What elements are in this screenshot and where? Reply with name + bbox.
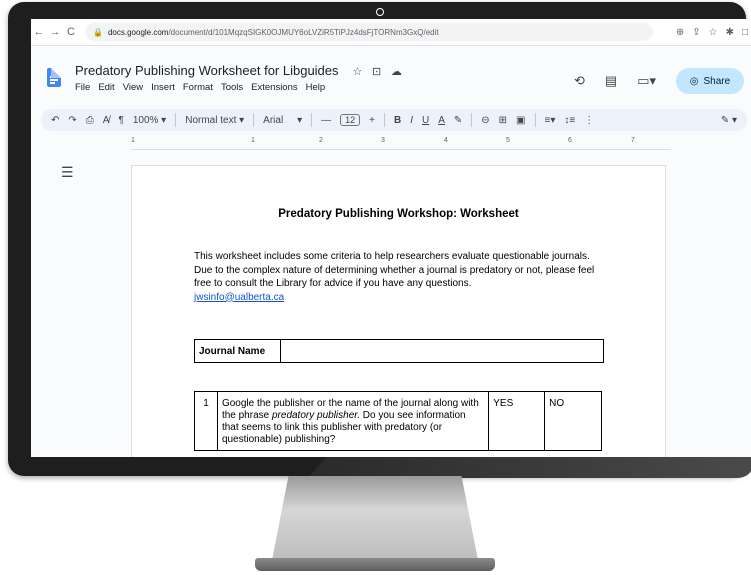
font-select[interactable]: Arial ▾ <box>263 115 302 126</box>
style-select[interactable]: Normal text ▾ <box>185 115 244 126</box>
ruler-mark: 3 <box>381 137 385 144</box>
toolbar-divider <box>534 113 536 127</box>
menu-view[interactable]: View <box>123 82 143 93</box>
no-cell[interactable]: NO <box>545 392 601 450</box>
menu-extensions[interactable]: Extensions <box>251 82 297 93</box>
bookmark-star-icon[interactable]: ☆ <box>709 27 718 38</box>
italic-icon[interactable]: I <box>410 115 413 126</box>
bold-icon[interactable]: B <box>394 115 401 126</box>
align-icon[interactable]: ≡▾ <box>545 115 556 126</box>
monitor-stand-base <box>255 558 495 571</box>
share-label: Share <box>703 75 731 87</box>
menu-bar: File Edit View Insert Format Tools Exten… <box>75 82 325 93</box>
editing-mode-icon[interactable]: ✎ ▾ <box>721 115 737 126</box>
intro-text: This worksheet includes some criteria to… <box>194 251 595 289</box>
zoom-icon[interactable]: ⊕ <box>676 27 684 38</box>
window-icon[interactable]: □ <box>742 27 748 38</box>
underline-icon[interactable]: U <box>422 115 429 126</box>
question-text: Google the publisher or the name of the … <box>218 392 490 450</box>
meet-icon[interactable]: ▭▾ <box>637 73 656 89</box>
webcam-icon <box>376 8 384 16</box>
back-icon[interactable]: ← <box>31 26 47 38</box>
toolbar-divider <box>175 113 177 127</box>
ruler-mark: 5 <box>506 137 510 144</box>
cloud-status-icon[interactable]: ☁ <box>391 66 402 78</box>
journal-name-cell[interactable] <box>281 340 603 362</box>
line-spacing-icon[interactable]: ↕≡ <box>564 115 575 126</box>
journal-name-table: Journal Name <box>194 339 604 363</box>
lock-icon: 🔒 <box>93 27 103 37</box>
globe-icon: ◎ <box>689 75 699 87</box>
monitor-stand-neck <box>272 476 478 560</box>
monitor-screen: ← → C 🔒 docs.google.com /document/d/101M… <box>31 19 751 457</box>
ruler-mark: 2 <box>319 137 323 144</box>
docs-logo-icon[interactable] <box>47 68 61 87</box>
ruler-mark: 6 <box>568 137 572 144</box>
extensions-icon[interactable]: ✱ <box>726 27 734 38</box>
print-icon[interactable]: ⎙ <box>86 115 94 126</box>
add-comment-icon[interactable]: ⊞ <box>499 115 507 126</box>
highlight-icon[interactable]: ✎ <box>454 115 462 126</box>
share-button[interactable]: ◎ Share <box>676 68 744 94</box>
url-host: docs.google.com <box>107 27 169 37</box>
history-icon[interactable]: ⟲ <box>574 73 585 89</box>
font-size-input[interactable]: 12 <box>340 114 361 126</box>
forward-icon[interactable]: → <box>47 26 63 38</box>
text-color-icon[interactable]: A <box>438 115 445 126</box>
reload-icon[interactable]: C <box>63 26 79 38</box>
move-folder-icon[interactable]: ⊡ <box>372 66 381 78</box>
ruler-mark: 7 <box>631 137 635 144</box>
monitor-bezel: ← → C 🔒 docs.google.com /document/d/101M… <box>8 2 751 478</box>
document-title[interactable]: Predatory Publishing Worksheet for Libgu… <box>75 63 339 78</box>
redo-icon[interactable]: ↷ <box>68 115 76 126</box>
menu-tools[interactable]: Tools <box>221 82 243 93</box>
toolbar-divider <box>253 113 255 127</box>
link-icon[interactable]: ⊖ <box>481 115 489 126</box>
email-link[interactable]: jwsinfo@ualberta.ca <box>194 291 606 305</box>
ruler-mark: 1 <box>131 137 135 144</box>
menu-insert[interactable]: Insert <box>151 82 175 93</box>
ruler[interactable]: 1 1 2 3 4 5 6 7 <box>131 137 671 150</box>
journal-name-label: Journal Name <box>195 340 281 362</box>
browser-toolbar: ← → C 🔒 docs.google.com /document/d/101M… <box>31 19 751 46</box>
url-path: /document/d/101MqzqSIGK0OJMUY6oLVZiR5TiP… <box>168 27 439 37</box>
spellcheck-icon[interactable]: A̸ <box>103 115 110 126</box>
undo-icon[interactable]: ↶ <box>51 115 59 126</box>
menu-file[interactable]: File <box>75 82 90 93</box>
star-icon[interactable]: ☆ <box>353 66 363 78</box>
decrease-font-icon[interactable]: — <box>321 115 331 126</box>
document-outline-icon[interactable]: ☰ <box>61 164 74 181</box>
document-page[interactable]: Predatory Publishing Workshop: Worksheet… <box>131 165 666 457</box>
zoom-select[interactable]: 100% ▾ <box>133 115 166 126</box>
more-icon[interactable]: ⋮ <box>584 115 594 126</box>
document-heading: Predatory Publishing Workshop: Worksheet <box>278 208 519 220</box>
menu-format[interactable]: Format <box>183 82 213 93</box>
menu-help[interactable]: Help <box>306 82 326 93</box>
ruler-mark: 4 <box>444 137 448 144</box>
address-bar[interactable]: 🔒 docs.google.com /document/d/101MqzqSIG… <box>85 23 653 41</box>
insert-image-icon[interactable]: ▣ <box>516 115 525 126</box>
intro-paragraph: This worksheet includes some criteria to… <box>194 250 606 304</box>
toolbar-divider <box>383 113 385 127</box>
question-number: 1 <box>195 392 218 450</box>
ruler-mark: 1 <box>251 137 255 144</box>
question-table: 1 Google the publisher or the name of th… <box>194 391 602 451</box>
paint-format-icon[interactable]: ¶ <box>118 115 123 126</box>
toolbar-divider <box>311 113 313 127</box>
docs-header: Predatory Publishing Worksheet for Libgu… <box>31 46 751 102</box>
bezel-reflection <box>308 457 751 478</box>
yes-cell[interactable]: YES <box>489 392 546 450</box>
docs-toolbar: ↶ ↷ ⎙ A̸ ¶ 100% ▾ Normal text ▾ Arial ▾ … <box>41 109 747 131</box>
share-page-icon[interactable]: ⇪ <box>692 27 700 38</box>
menu-edit[interactable]: Edit <box>98 82 114 93</box>
comments-icon[interactable]: ▤ <box>605 73 617 89</box>
increase-font-icon[interactable]: + <box>369 115 375 126</box>
toolbar-divider <box>471 113 473 127</box>
